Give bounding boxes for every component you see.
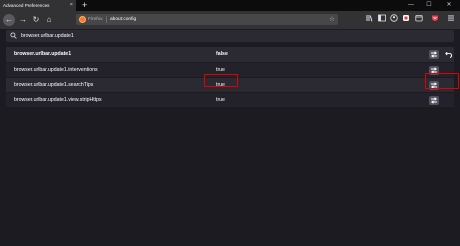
- forward-button[interactable]: →: [17, 14, 29, 26]
- minimize-button[interactable]: —: [404, 0, 418, 11]
- url-identity-label: Firefox: [88, 17, 103, 22]
- library-icon[interactable]: [365, 14, 375, 26]
- highlight-box-buttons: [425, 73, 459, 89]
- navigation-toolbar: ← → ↻ ⌂ Firefox about:config ☆: [0, 11, 460, 29]
- pref-name: browser.urlbar.update1.searchTips: [14, 82, 94, 88]
- back-button[interactable]: ←: [3, 14, 15, 26]
- url-separator: [106, 16, 107, 23]
- url-text[interactable]: about:config: [110, 16, 136, 23]
- table-row[interactable]: browser.urlbar.update1 false: [6, 47, 454, 63]
- pref-name: browser.urlbar.update1.interventions: [14, 67, 98, 73]
- tab-strip: Advanced Preferences × + — ☐ ✕: [0, 0, 460, 11]
- pref-value[interactable]: false: [216, 51, 228, 58]
- new-tab-button[interactable]: +: [82, 0, 87, 11]
- toggle-button[interactable]: [429, 50, 439, 59]
- pref-name: browser.urlbar.update1.view.stripHttps: [14, 97, 102, 103]
- tab-close-icon[interactable]: ×: [70, 2, 73, 9]
- extension-icon[interactable]: [401, 14, 411, 26]
- home-button[interactable]: ⌂: [43, 14, 55, 26]
- close-window-button[interactable]: ✕: [442, 0, 456, 11]
- pref-value[interactable]: true: [216, 97, 225, 104]
- maximize-button[interactable]: ☐: [422, 0, 436, 11]
- tab-advanced-preferences[interactable]: Advanced Preferences ×: [0, 0, 76, 11]
- about-config-page: browser.urlbar.update1 browser.urlbar.up…: [0, 29, 460, 246]
- search-icon: [10, 32, 18, 40]
- toggle-button[interactable]: [429, 96, 439, 105]
- container-icon[interactable]: [414, 14, 424, 26]
- search-field[interactable]: browser.urlbar.update1: [6, 30, 454, 42]
- reload-button[interactable]: ↻: [30, 14, 42, 26]
- sidebar-icon[interactable]: [377, 14, 387, 26]
- bookmark-star-icon[interactable]: ☆: [329, 15, 335, 24]
- menu-icon[interactable]: [446, 14, 456, 26]
- table-row[interactable]: browser.urlbar.update1.view.stripHttps t…: [6, 93, 454, 108]
- search-input[interactable]: browser.urlbar.update1: [21, 32, 74, 40]
- url-bar[interactable]: Firefox about:config ☆: [76, 14, 338, 25]
- account-icon[interactable]: [389, 14, 399, 26]
- pref-value[interactable]: true: [216, 67, 225, 74]
- pref-name: browser.urlbar.update1: [14, 51, 72, 57]
- tab-title: Advanced Preferences: [3, 3, 50, 8]
- reset-icon[interactable]: [444, 50, 454, 59]
- pocket-icon[interactable]: [430, 14, 440, 26]
- firefox-icon: [79, 16, 86, 23]
- highlight-box-value: [204, 74, 238, 87]
